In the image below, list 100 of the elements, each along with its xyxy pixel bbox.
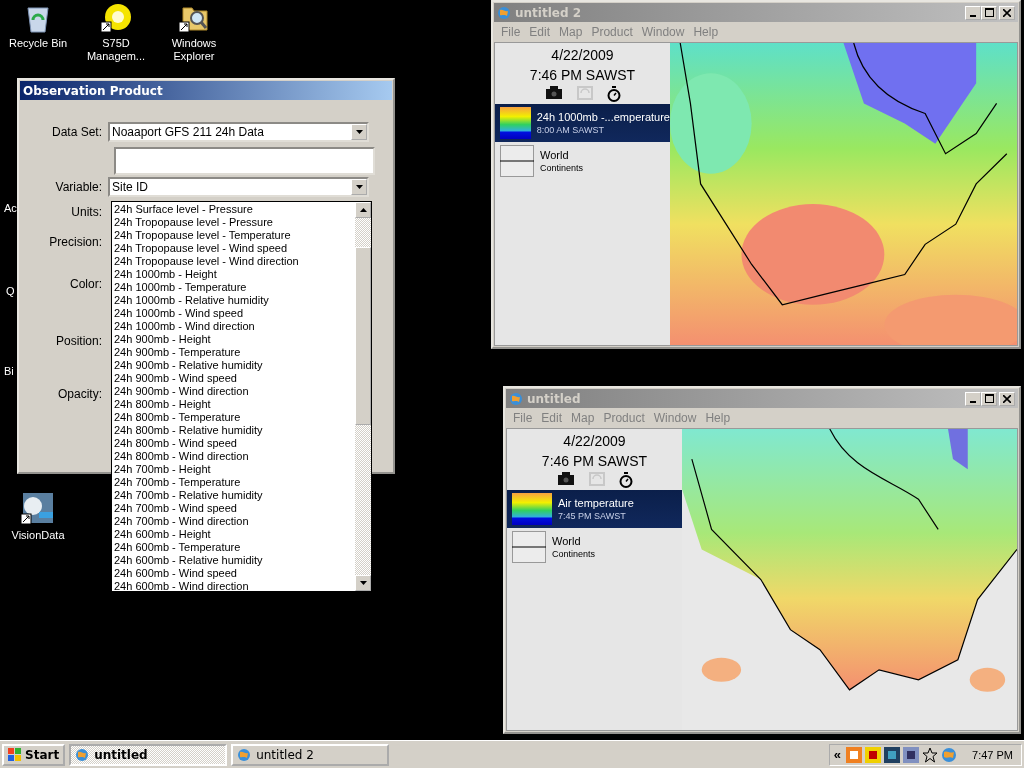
list-option[interactable]: 24h 900mb - Relative humidity: [112, 359, 355, 372]
layer-item[interactable]: 24h 1000mb -...emperature 8:00 AM SAWST: [495, 104, 670, 142]
date-label: 4/22/2009: [562, 433, 627, 449]
maximize-button[interactable]: [981, 5, 997, 20]
field-label: Units:: [70, 205, 103, 219]
list-option[interactable]: 24h 900mb - Temperature: [112, 346, 355, 359]
down-arrow-icon: [355, 130, 363, 134]
photo-shortcut-icon: [21, 492, 55, 526]
list-option[interactable]: 24h 1000mb - Relative humidity: [112, 294, 355, 307]
field-label: Opacity:: [57, 387, 103, 401]
field-label: Position:: [54, 334, 103, 348]
color-ramp-icon: [500, 107, 531, 139]
star-icon[interactable]: [922, 746, 939, 763]
variable-dropdown[interactable]: Site ID: [108, 176, 369, 197]
down-arrow-icon: [355, 184, 363, 189]
close-button[interactable]: [999, 5, 1015, 20]
scrollbar[interactable]: [355, 202, 371, 591]
field-label: Variable:: [54, 179, 103, 194]
window-title: untitled 2: [515, 5, 582, 20]
app-tray-icon[interactable]: [846, 746, 863, 763]
date-label: 4/22/2009: [550, 47, 615, 63]
close-button[interactable]: [999, 391, 1015, 406]
list-option[interactable]: 24h 1000mb - Wind speed: [112, 307, 355, 320]
list-option[interactable]: 24h 800mb - Wind speed: [112, 437, 355, 450]
text-field[interactable]: [114, 147, 375, 175]
down-arrow-icon: [359, 581, 367, 585]
list-option[interactable]: 24h 900mb - Wind direction: [112, 385, 355, 398]
list-option[interactable]: 24h Tropopause level - Temperature: [112, 229, 355, 242]
list-option[interactable]: 24h 600mb - Wind speed: [112, 567, 355, 580]
desktop-icon-label[interactable]: Bi: [4, 365, 14, 378]
globe-icon: [237, 747, 252, 762]
list-option[interactable]: 24h 1000mb - Wind direction: [112, 320, 355, 333]
layer-item[interactable]: World Continents: [495, 142, 670, 180]
list-option[interactable]: 24h 700mb - Temperature: [112, 476, 355, 489]
camera-icon[interactable]: [544, 86, 563, 100]
list-option[interactable]: 24h 900mb - Height: [112, 333, 355, 346]
globe-icon: [509, 391, 523, 406]
maximize-button[interactable]: [981, 391, 997, 406]
taskbar-button[interactable]: untitled: [69, 743, 228, 766]
list-option[interactable]: 24h 1000mb - Temperature: [112, 281, 355, 294]
stopwatch-icon[interactable]: [618, 472, 633, 488]
up-arrow-icon: [359, 208, 367, 212]
dialog-title: Observation Product: [23, 83, 163, 98]
desktop-icon-label[interactable]: S75D Managem...: [81, 37, 151, 63]
desktop-icon-label[interactable]: Recycle Bin: [3, 37, 73, 50]
list-option[interactable]: 24h 600mb - Height: [112, 528, 355, 541]
globe-icon: [497, 5, 511, 20]
list-option[interactable]: 24h Tropopause level - Pressure: [112, 216, 355, 229]
list-option[interactable]: 24h Tropopause level - Wind direction: [112, 255, 355, 268]
list-option[interactable]: 24h 600mb - Wind direction: [112, 580, 355, 591]
list-option[interactable]: 24h 700mb - Wind speed: [112, 502, 355, 515]
desktop-icon-label[interactable]: Windows Explorer: [159, 37, 229, 63]
list-option[interactable]: 24h 700mb - Wind direction: [112, 515, 355, 528]
globe-icon: [75, 747, 90, 762]
scroll-thumb[interactable]: [355, 247, 371, 425]
field-label: Data Set:: [50, 125, 103, 139]
list-option[interactable]: 24h Tropopause level - Wind speed: [112, 242, 355, 255]
minimize-button[interactable]: [965, 5, 981, 20]
maximize-icon: [984, 394, 994, 403]
list-option[interactable]: 24h 600mb - Relative humidity: [112, 554, 355, 567]
desktop-icon-label[interactable]: Ac: [4, 202, 17, 215]
clock: 7:47 PM: [972, 748, 1013, 761]
layer-name: World: [540, 149, 570, 161]
start-button[interactable]: Start: [2, 743, 66, 766]
close-icon: [1003, 394, 1011, 403]
list-option[interactable]: 24h Surface level - Pressure: [112, 203, 355, 216]
maximize-icon: [984, 8, 994, 17]
taskbar-button[interactable]: untitled 2: [231, 743, 390, 766]
list-option[interactable]: 24h 600mb - Temperature: [112, 541, 355, 554]
camera-icon[interactable]: [556, 472, 575, 486]
stopwatch-icon[interactable]: [606, 86, 621, 102]
layer-subtitle: Continents: [540, 163, 584, 173]
list-option[interactable]: 24h 800mb - Wind direction: [112, 450, 355, 463]
layer-name: 24h 1000mb -...emperature: [536, 111, 670, 123]
list-option[interactable]: 24h 700mb - Relative humidity: [112, 489, 355, 502]
windows-logo-icon: [8, 748, 22, 761]
list-option[interactable]: 24h 700mb - Height: [112, 463, 355, 476]
layer-subtitle: Continents: [552, 549, 596, 559]
tray-expand-button[interactable]: «: [833, 747, 842, 762]
time-label: 7:46 PM SAWST: [540, 453, 649, 469]
layer-name: World: [552, 535, 582, 547]
minimize-icon: [970, 14, 976, 17]
field-label: Color:: [69, 277, 103, 291]
window-title: untitled: [527, 391, 581, 406]
layer-subtitle: 8:00 AM SAWST: [536, 125, 605, 135]
list-option[interactable]: 24h 1000mb - Height: [112, 268, 355, 281]
layer-item[interactable]: Air temperature 7:45 PM SAWST: [507, 490, 682, 528]
layer-item[interactable]: World Continents: [507, 528, 682, 566]
list-option[interactable]: 24h 800mb - Relative humidity: [112, 424, 355, 437]
desktop-icon-label[interactable]: Q: [6, 285, 15, 298]
list-option[interactable]: 24h 800mb - Temperature: [112, 411, 355, 424]
desktop-icon-label[interactable]: VisionData: [3, 529, 73, 542]
data-set-dropdown[interactable]: Noaaport GFS 211 24h Data: [108, 122, 369, 142]
minimize-icon: [970, 400, 976, 403]
outline-swatch-icon: [512, 531, 546, 563]
minimize-button[interactable]: [965, 391, 981, 406]
layer-subtitle: 7:45 PM SAWST: [558, 511, 627, 521]
time-label: 7:46 PM SAWST: [528, 67, 637, 83]
list-option[interactable]: 24h 800mb - Height: [112, 398, 355, 411]
list-option[interactable]: 24h 900mb - Wind speed: [112, 372, 355, 385]
